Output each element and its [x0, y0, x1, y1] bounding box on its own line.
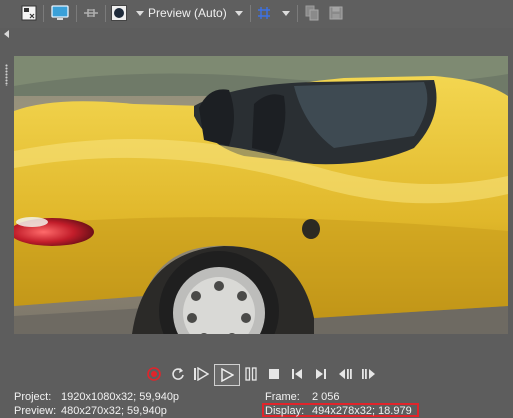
toolbar-separator	[297, 5, 298, 22]
frame-value: 2 056	[312, 391, 340, 403]
toolbar-separator	[105, 5, 106, 22]
copy-snapshot-button[interactable]	[304, 4, 320, 22]
play-from-start-icon	[194, 367, 209, 381]
save-snapshot-button[interactable]	[328, 4, 344, 22]
grid-icon	[258, 7, 270, 19]
display-info: Display: 494x278x32; 18.979	[265, 405, 412, 417]
split-screen-icon	[21, 5, 37, 21]
play-from-start-button[interactable]	[192, 365, 210, 383]
chevron-down-icon	[235, 10, 243, 16]
go-to-end-icon	[316, 369, 326, 379]
record-button[interactable]	[145, 365, 163, 383]
preview-value: 480x270x32; 59,940p	[61, 405, 167, 417]
play-icon	[221, 368, 234, 382]
toolbar-separator	[43, 5, 44, 22]
chevron-down-icon	[136, 10, 144, 16]
play-button[interactable]	[214, 364, 240, 386]
frame-label: Frame:	[265, 391, 300, 403]
video-preview-frame	[14, 56, 508, 334]
record-icon	[147, 367, 161, 381]
project-label: Project:	[14, 391, 52, 403]
go-to-start-icon	[292, 369, 302, 379]
pause-icon	[245, 367, 257, 381]
preview-toolbar: Preview (Auto)	[0, 0, 513, 28]
quality-button[interactable]	[111, 4, 127, 22]
left-gutter	[0, 28, 14, 348]
preview-mode-dropdown[interactable]	[234, 4, 244, 22]
quality-icon	[111, 5, 127, 21]
stop-button[interactable]	[266, 365, 282, 383]
toolbar-separator	[76, 5, 77, 22]
chevron-down-icon	[282, 10, 290, 16]
preview-info: Preview: 480x270x32; 59,940p	[14, 405, 167, 417]
project-value: 1920x1080x32; 59,940p	[61, 391, 180, 403]
split-screen-button[interactable]	[20, 4, 38, 22]
preview-image	[14, 56, 508, 334]
grid-dropdown[interactable]	[281, 4, 291, 22]
frame-info: Frame: 2 056	[265, 391, 340, 403]
stop-icon	[269, 369, 279, 379]
monitor-icon	[51, 5, 69, 20]
save-snapshot-icon	[329, 6, 343, 20]
copy-snapshot-icon	[305, 5, 319, 21]
resize-grip[interactable]	[5, 64, 8, 86]
preview-label: Preview:	[14, 405, 57, 417]
overlay-button[interactable]	[82, 4, 100, 22]
go-to-end-button[interactable]	[313, 365, 329, 383]
prev-frame-icon	[339, 369, 352, 379]
display-label: Display:	[265, 405, 305, 417]
external-monitor-button[interactable]	[50, 4, 70, 22]
preview-quality-label[interactable]: Preview (Auto)	[148, 6, 227, 20]
loop-icon	[172, 368, 184, 380]
chevron-left-icon	[4, 30, 9, 38]
previous-frame-button[interactable]	[336, 365, 354, 383]
project-info: Project: 1920x1080x32; 59,940p	[14, 391, 179, 403]
display-value: 494x278x32; 18.979	[312, 405, 412, 417]
next-frame-icon	[362, 369, 375, 379]
transport-bar	[0, 360, 513, 388]
preview-quality-dropdown[interactable]	[135, 4, 145, 22]
grid-button[interactable]	[256, 4, 272, 22]
next-frame-button[interactable]	[360, 365, 378, 383]
overlay-icon	[84, 9, 98, 17]
go-to-start-button[interactable]	[289, 365, 305, 383]
toolbar-separator	[250, 5, 251, 22]
preview-status-panel: Project: 1920x1080x32; 59,940p Preview: …	[0, 388, 513, 418]
loop-playback-button[interactable]	[169, 365, 187, 383]
pause-button[interactable]	[243, 365, 259, 383]
